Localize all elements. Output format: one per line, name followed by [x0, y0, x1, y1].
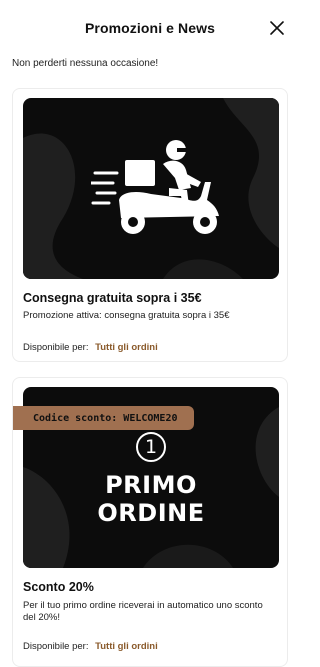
promo-code-tag[interactable]: Codice sconto: WELCOME20 — [13, 406, 194, 430]
availability-link[interactable]: Tutti gli ordini — [95, 342, 158, 353]
promotion-banner — [23, 98, 279, 279]
availability: Disponibile per: Tutti gli ordini — [23, 641, 158, 652]
close-icon[interactable] — [268, 19, 286, 37]
promotion-card-free-delivery[interactable]: Consegna gratuita sopra i 35€ Promozione… — [12, 88, 288, 362]
delivery-scooter-icon — [91, 140, 219, 234]
page-subtitle: Non perderti nessuna occasione! — [12, 58, 159, 69]
banner-line-2: ORDINE — [97, 499, 205, 527]
availability: Disponibile per: Tutti gli ordini — [23, 342, 158, 353]
availability-label: Disponibile per: — [23, 641, 89, 652]
promotion-title: Consegna gratuita sopra i 35€ — [23, 291, 202, 305]
promotion-card-first-order[interactable]: 1 PRIMO ORDINE Codice sconto: WELCOME20 … — [12, 377, 288, 667]
availability-label: Disponibile per: — [23, 342, 89, 353]
banner-line-1: PRIMO — [105, 471, 197, 499]
availability-link[interactable]: Tutti gli ordini — [95, 641, 158, 652]
promotion-title: Sconto 20% — [23, 580, 94, 594]
header: Promozioni e News — [0, 0, 300, 56]
order-number-badge: 1 — [136, 432, 166, 462]
promotion-description: Per il tuo primo ordine riceverai in aut… — [23, 600, 263, 623]
promotion-description: Promozione attiva: consegna gratuita sop… — [23, 310, 230, 321]
page-title: Promozioni e News — [84, 20, 216, 36]
